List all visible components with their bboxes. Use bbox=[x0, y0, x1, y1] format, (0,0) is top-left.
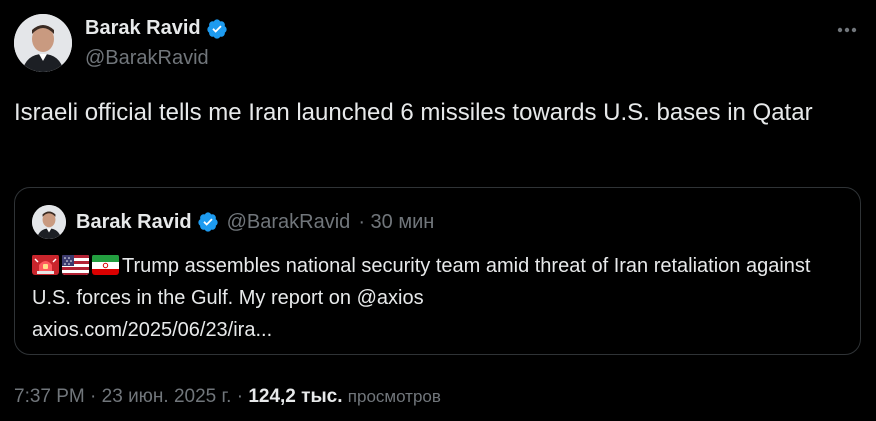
quote-text-block: Trump assembles national security team a… bbox=[32, 250, 842, 346]
author-handle[interactable]: @BarakRavid bbox=[85, 47, 209, 70]
tweet-header: Barak Ravid @BarakRavid bbox=[14, 14, 862, 74]
quote-author-avatar bbox=[32, 205, 66, 239]
views-label: просмотров bbox=[347, 387, 441, 406]
quote-text: Trump assembles national security team a… bbox=[32, 255, 811, 309]
tweet-time[interactable]: 7:37 PM bbox=[14, 386, 85, 407]
tweet-text: Israeli official tells me Iran launched … bbox=[14, 99, 813, 126]
author-avatar[interactable] bbox=[14, 14, 72, 72]
quote-timestamp: · 30 мин bbox=[358, 210, 435, 233]
view-count: 124,2 тыс. bbox=[248, 386, 343, 407]
tweet-date[interactable]: · 23 июн. 2025 г. · bbox=[90, 386, 243, 407]
quoted-tweet[interactable]: Barak Ravid @BarakRavid · 30 мин Trump a… bbox=[14, 187, 861, 355]
verified-badge-icon bbox=[206, 18, 227, 39]
author-name[interactable]: Barak Ravid bbox=[85, 17, 201, 40]
more-options-icon[interactable] bbox=[832, 20, 862, 40]
verified-badge-icon bbox=[197, 212, 218, 232]
quote-link[interactable]: axios.com/2025/06/23/ira... bbox=[32, 319, 272, 341]
rotating-light-icon bbox=[32, 254, 59, 275]
iran-flag-icon bbox=[92, 254, 119, 275]
quote-author-handle: @BarakRavid bbox=[226, 210, 351, 233]
tweet-footer: 7:37 PM · 23 июн. 2025 г. · 124,2 тыс. п… bbox=[14, 386, 441, 408]
us-flag-icon bbox=[62, 254, 89, 275]
quote-author-name: Barak Ravid bbox=[76, 210, 192, 233]
